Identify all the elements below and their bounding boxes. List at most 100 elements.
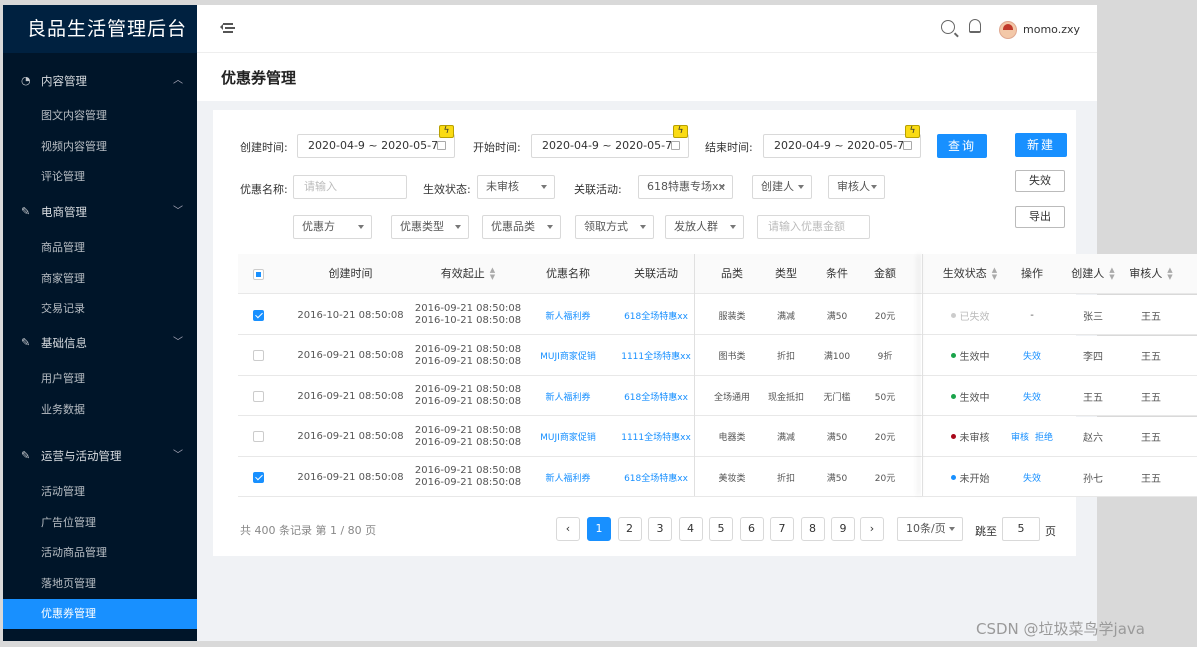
coupon-name-link[interactable]: 新人福利券	[545, 471, 590, 484]
filter-select-2[interactable]: 优惠品类	[482, 215, 561, 239]
action-link[interactable]: 失效	[1023, 349, 1041, 362]
column-header-label: 生效状态	[942, 267, 987, 280]
row-checkbox[interactable]	[252, 350, 264, 361]
page-size-select[interactable]: 10条/页	[897, 517, 963, 541]
sidebar-item[interactable]: 交易记录	[3, 294, 197, 324]
column-header[interactable]: 审核人 ▲ ▼	[1120, 254, 1182, 294]
page-button[interactable]: 3	[648, 517, 672, 541]
creator-select[interactable]: 创建人	[752, 175, 812, 199]
page-button[interactable]: 7	[770, 517, 794, 541]
page-button[interactable]: 6	[739, 517, 764, 541]
column-header[interactable]: 创建人 ▲ ▼	[1064, 254, 1122, 294]
filter-select-1[interactable]: 优惠类型	[391, 215, 469, 239]
sidebar-item[interactable]: 评论管理	[3, 162, 197, 192]
valid-from: 2016-09-21 08:50:08	[414, 465, 522, 476]
sidebar-item[interactable]: 优惠券管理	[3, 599, 197, 629]
sidebar-item[interactable]: 商家管理	[3, 264, 197, 294]
coupon-name-input[interactable]: 请输入	[293, 175, 407, 199]
table-cell: MUJI商家促销	[518, 417, 618, 457]
lightning-icon: ϟ	[439, 125, 454, 138]
sidebar-item[interactable]: 视频内容管理	[3, 132, 197, 162]
valid-range: 2016-09-21 08:50:08 2016-09-21 08:50:08	[415, 425, 521, 449]
activity-link[interactable]: 1111全场特惠xx	[621, 349, 691, 362]
start-time-range[interactable]: 2020-04-9 ~ 2020-05-7	[531, 134, 689, 158]
activity-select[interactable]: 618特惠专场xx	[638, 175, 733, 199]
table-cell[interactable]	[238, 376, 278, 416]
select-all-checkbox[interactable]	[252, 268, 264, 280]
action-link[interactable]: 审核	[1011, 430, 1029, 443]
coupon-name-link[interactable]: MUJI商家促销	[540, 349, 596, 362]
row-checkbox[interactable]	[252, 390, 264, 402]
jump-page-input[interactable]: 5	[1002, 517, 1040, 541]
sidebar-item[interactable]: 商品管理	[3, 233, 197, 263]
export-button[interactable]: 导出	[1015, 206, 1065, 228]
sidebar-item[interactable]: 图文内容管理	[3, 101, 197, 131]
sort-icon[interactable]: ▲ ▼	[490, 267, 495, 281]
reviewer-select[interactable]: 审核人	[828, 175, 885, 199]
select-all-cell[interactable]	[238, 254, 278, 294]
table-cell[interactable]	[238, 457, 278, 497]
table-cell: 失效	[1008, 376, 1056, 416]
table-cell[interactable]	[238, 295, 278, 335]
activity-link[interactable]: 618全场特惠xx	[624, 471, 688, 484]
coupon-name-link[interactable]: MUJI商家促销	[540, 430, 596, 443]
created-time-range[interactable]: 2020-04-9 ~ 2020-05-7	[297, 134, 455, 158]
sidebar-group-3[interactable]: ✎ 运营与活动管理 ﹀	[3, 441, 197, 471]
row-checkbox[interactable]	[252, 471, 264, 483]
activity-link[interactable]: 1111全场特惠xx	[621, 430, 691, 443]
username[interactable]: momo.zxy	[1023, 23, 1080, 36]
filter-select-4[interactable]: 发放人群	[665, 215, 744, 239]
sidebar-item[interactable]: 业务数据	[3, 395, 197, 425]
column-header[interactable]: 有效起止 ▲ ▼	[408, 254, 528, 294]
lightning-icon: ϟ	[673, 125, 688, 138]
avatar[interactable]	[999, 21, 1017, 39]
sidebar-item[interactable]: 活动管理	[3, 477, 197, 507]
sidebar-group-0[interactable]: ◔ 内容管理 ︿	[3, 66, 197, 96]
table-cell: 2016-09-21 08:50:08	[278, 457, 423, 497]
sidebar-item[interactable]: 活动商品管理	[3, 538, 197, 568]
table-cell: 1111全场特惠xx	[606, 336, 706, 376]
activity-link[interactable]: 618全场特惠xx	[624, 309, 688, 322]
page-button[interactable]: 8	[800, 517, 825, 541]
page-button[interactable]: 4	[678, 517, 703, 541]
table-cell[interactable]	[238, 417, 278, 457]
sidebar-item[interactable]: 用户管理	[3, 364, 197, 394]
sort-icon[interactable]: ▲ ▼	[992, 267, 997, 281]
sidebar-item[interactable]: 广告位管理	[3, 508, 197, 538]
search-icon[interactable]	[941, 20, 955, 34]
sidebar-group-2[interactable]: ✎ 基础信息 ﹀	[3, 328, 197, 358]
menu-fold-icon[interactable]	[219, 20, 235, 36]
page-button[interactable]: 1	[587, 517, 611, 541]
invalidate-button[interactable]: 失效	[1015, 170, 1065, 192]
query-button[interactable]: 查询	[937, 134, 987, 158]
next-page-button[interactable]: ›	[860, 517, 884, 541]
table-cell[interactable]	[238, 336, 278, 376]
action-link[interactable]: 失效	[1023, 390, 1041, 403]
action-link[interactable]: 失效	[1023, 471, 1041, 484]
sidebar-group-1[interactable]: ✎ 电商管理 ﹀	[3, 197, 197, 227]
status-select[interactable]: 未审核	[477, 175, 555, 199]
bell-icon[interactable]	[969, 19, 981, 33]
amount-input[interactable]: 请输入优惠金额	[757, 215, 870, 239]
column-header[interactable]: 生效状态 ▲ ▼	[924, 254, 1016, 294]
activity-link[interactable]: 618全场特惠xx	[624, 390, 688, 403]
table-cell: 已失效	[924, 295, 1016, 335]
end-time-range[interactable]: 2020-04-9 ~ 2020-05-7	[763, 134, 921, 158]
row-checkbox[interactable]	[252, 431, 264, 442]
filter-select-0[interactable]: 优惠方	[293, 215, 372, 239]
coupon-name-link[interactable]: 新人福利券	[545, 390, 590, 403]
page-button[interactable]: 5	[709, 517, 733, 541]
prev-page-button[interactable]: ‹	[556, 517, 580, 541]
page-button[interactable]: 9	[831, 517, 855, 541]
page-button[interactable]: 2	[617, 517, 642, 541]
sort-icon[interactable]: ▲ ▼	[1109, 267, 1114, 281]
table-cell: 未开始	[924, 457, 1016, 497]
coupon-name-link[interactable]: 新人福利券	[545, 309, 590, 322]
action-link[interactable]: 拒绝	[1035, 430, 1053, 443]
sidebar-item[interactable]: 落地页管理	[3, 569, 197, 599]
row-checkbox[interactable]	[252, 309, 264, 321]
sort-icon[interactable]: ▲ ▼	[1167, 267, 1172, 281]
new-button[interactable]: 新建	[1015, 133, 1067, 157]
filter-select-3[interactable]: 领取方式	[575, 215, 654, 239]
status-dot	[950, 474, 956, 480]
